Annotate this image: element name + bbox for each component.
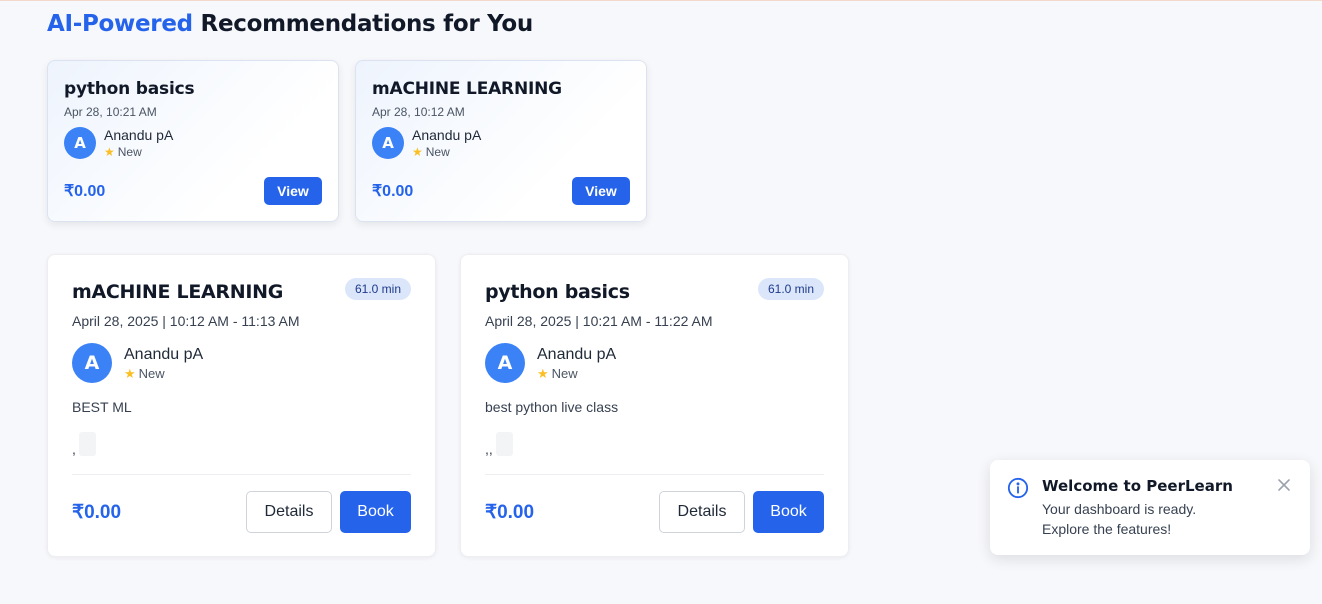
tutor-info: A Anandu pA ★ New bbox=[64, 127, 322, 159]
divider bbox=[72, 474, 411, 475]
book-button[interactable]: Book bbox=[753, 491, 824, 533]
recommendation-card: mACHINE LEARNING Apr 28, 10:12 AM A Anan… bbox=[355, 60, 647, 222]
session-tags: , bbox=[72, 432, 411, 457]
avatar: A bbox=[485, 343, 525, 383]
welcome-toast: Welcome to PeerLearn Your dashboard is r… bbox=[990, 460, 1310, 555]
price: ₹0.00 bbox=[372, 183, 414, 200]
tutor-name: Anandu pA bbox=[537, 345, 617, 363]
new-badge: ★ New bbox=[537, 366, 616, 382]
price: ₹0.00 bbox=[72, 502, 122, 523]
badge-label: New bbox=[425, 145, 450, 159]
star-icon: ★ bbox=[124, 365, 136, 381]
info-icon bbox=[1007, 477, 1029, 499]
page-title-accent: AI-Powered bbox=[47, 11, 193, 37]
star-icon: ★ bbox=[412, 145, 423, 159]
recommendation-date: Apr 28, 10:12 AM bbox=[372, 105, 465, 119]
tag-chip bbox=[495, 432, 513, 456]
price: ₹0.00 bbox=[485, 502, 535, 523]
page-title: AI-Powered Recommendations for You bbox=[47, 11, 533, 37]
tutor-info: A Anandu pA ★ New bbox=[372, 127, 630, 159]
session-date: April 28, 2025 | 10:21 AM - 11:22 AM bbox=[485, 313, 713, 329]
session-card: mACHINE LEARNING 61.0 min April 28, 2025… bbox=[47, 254, 436, 557]
book-button[interactable]: Book bbox=[340, 491, 411, 533]
star-icon: ★ bbox=[537, 365, 549, 381]
page-title-rest: Recommendations for You bbox=[192, 11, 534, 37]
session-description: best python live class bbox=[485, 399, 619, 415]
session-card: python basics 61.0 min April 28, 2025 | … bbox=[460, 254, 849, 557]
duration-badge: 61.0 min bbox=[344, 278, 411, 300]
badge-label: New bbox=[138, 366, 165, 381]
session-description: BEST ML bbox=[72, 399, 132, 415]
recommendation-date: Apr 28, 10:21 AM bbox=[64, 105, 157, 119]
duration-badge: 61.0 min bbox=[757, 278, 824, 300]
tag-chip bbox=[78, 432, 96, 456]
new-badge: ★ New bbox=[104, 145, 173, 159]
recommendation-card: python basics Apr 28, 10:21 AM A Anandu … bbox=[47, 60, 339, 222]
recommendation-title: mACHINE LEARNING bbox=[372, 79, 562, 99]
tags-separator: , bbox=[72, 441, 76, 457]
details-button[interactable]: Details bbox=[246, 491, 332, 533]
session-tags: ,, bbox=[485, 432, 824, 457]
tutor-info: A Anandu pA ★ New bbox=[485, 343, 824, 383]
tutor-info: A Anandu pA ★ New bbox=[72, 343, 411, 383]
view-button[interactable]: View bbox=[264, 177, 322, 205]
divider bbox=[485, 474, 824, 475]
close-icon[interactable] bbox=[1276, 477, 1292, 493]
tutor-name: Anandu pA bbox=[104, 127, 174, 143]
view-button[interactable]: View bbox=[572, 177, 630, 205]
star-icon: ★ bbox=[104, 145, 115, 159]
tutor-name: Anandu pA bbox=[412, 127, 482, 143]
new-badge: ★ New bbox=[412, 145, 481, 159]
price: ₹0.00 bbox=[64, 183, 106, 200]
details-button[interactable]: Details bbox=[659, 491, 745, 533]
avatar: A bbox=[372, 127, 404, 159]
avatar: A bbox=[64, 127, 96, 159]
badge-label: New bbox=[551, 366, 578, 381]
toast-message: Your dashboard is ready. Explore the fea… bbox=[1042, 501, 1197, 537]
avatar: A bbox=[72, 343, 112, 383]
badge-label: New bbox=[117, 145, 142, 159]
recommendation-title: python basics bbox=[64, 79, 195, 99]
tutor-name: Anandu pA bbox=[124, 345, 204, 363]
session-date: April 28, 2025 | 10:12 AM - 11:13 AM bbox=[72, 313, 300, 329]
tags-separator: ,, bbox=[485, 441, 493, 457]
new-badge: ★ New bbox=[124, 366, 203, 382]
toast-title: Welcome to PeerLearn bbox=[1042, 477, 1233, 495]
